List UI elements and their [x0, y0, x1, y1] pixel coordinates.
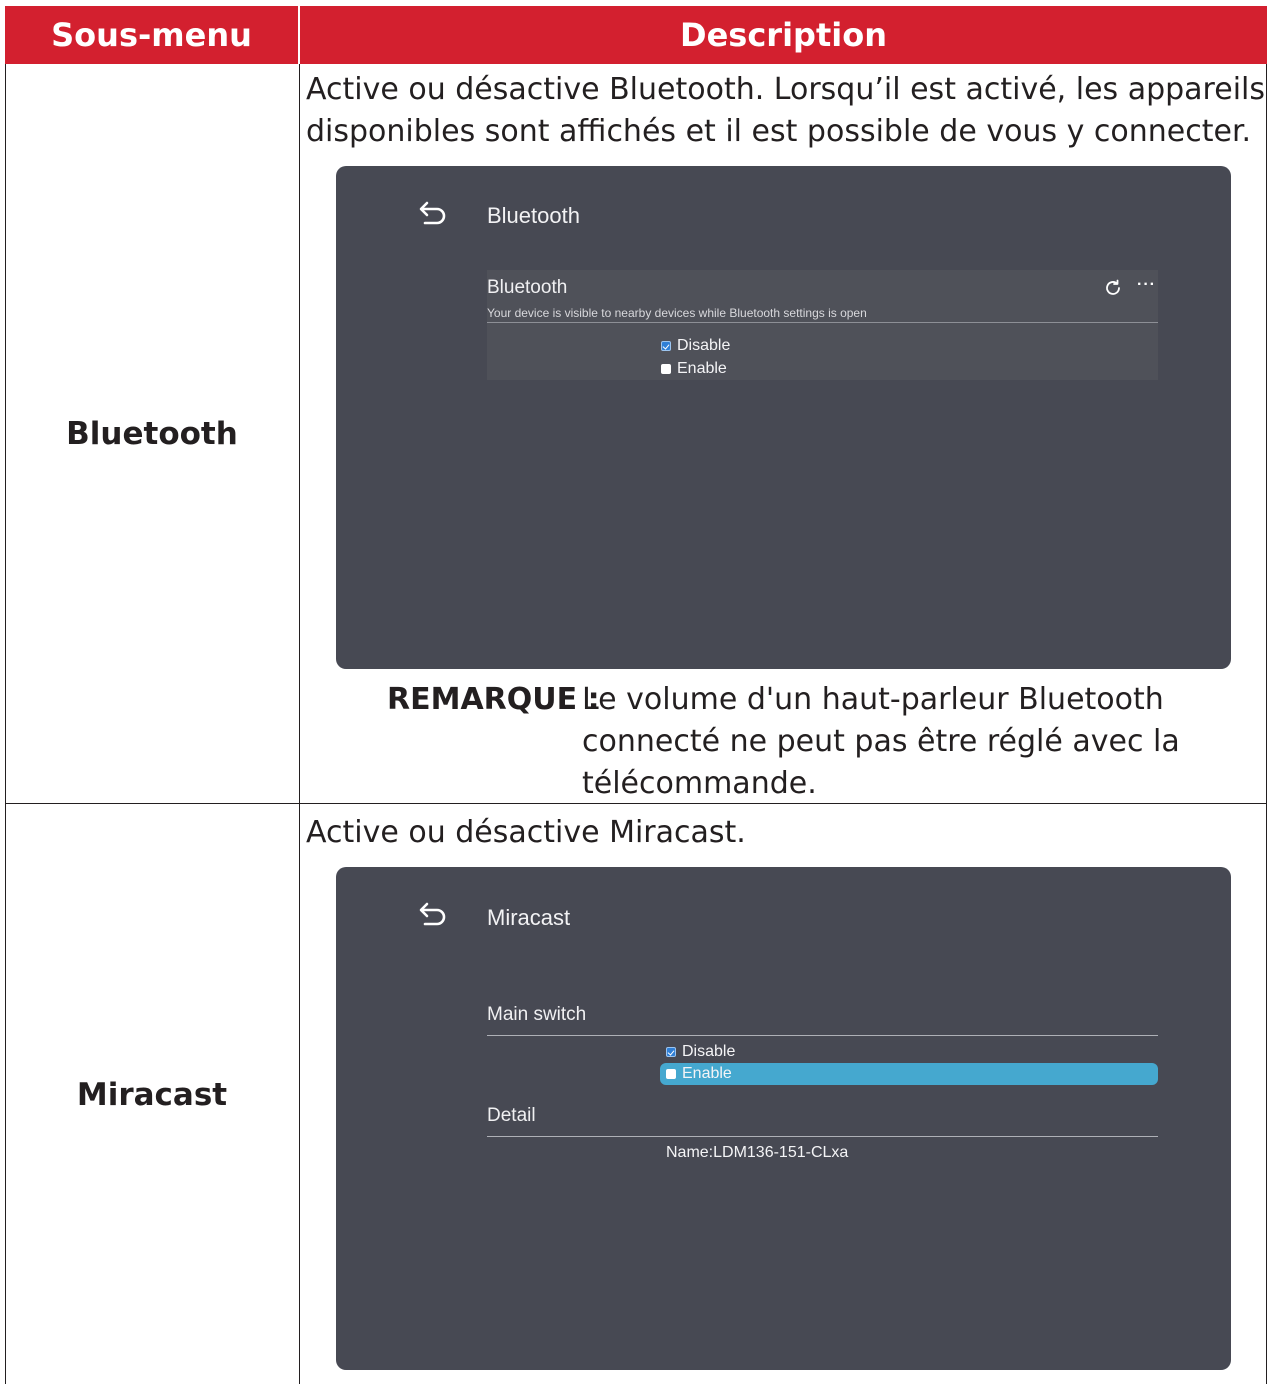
section-subtitle: Your device is visible to nearby devices…: [487, 306, 867, 320]
bluetooth-settings-screen: Bluetooth Bluetooth Your device is visib…: [336, 166, 1231, 669]
refresh-icon[interactable]: [1104, 279, 1122, 297]
device-name: Name:LDM136-151-CLxa: [666, 1144, 849, 1161]
note-text: Le volume d'un haut-parleur Bluetooth co…: [582, 679, 1180, 805]
option-disable[interactable]: Disable: [666, 1042, 735, 1062]
option-disable[interactable]: Disable: [661, 336, 730, 356]
note-line-1: Le volume d'un haut-parleur Bluetooth: [582, 682, 1164, 717]
header-description: Description: [300, 6, 1267, 64]
table-border-left: [5, 64, 6, 1384]
row-label-miracast: Miracast: [76, 1077, 228, 1113]
option-disable-label: Disable: [682, 1043, 736, 1060]
section-title: Bluetooth: [487, 277, 568, 298]
section-separator: [487, 322, 1158, 323]
main-switch-separator: [487, 1035, 1158, 1036]
screen-title: Bluetooth: [487, 203, 580, 228]
checked-box-icon: [661, 341, 671, 351]
back-arrow-icon[interactable]: [415, 201, 449, 231]
detail-separator: [487, 1136, 1158, 1137]
bluetooth-section: Bluetooth Your device is visible to near…: [487, 270, 1158, 380]
note-line-2: connecté ne peut pas être réglé avec la: [582, 724, 1180, 759]
detail-label: Detail: [487, 1105, 536, 1126]
miracast-settings-screen: Miracast Main switch Disable Enable Deta…: [336, 867, 1231, 1370]
header-submenu: Sous-menu: [5, 6, 298, 64]
unchecked-box-icon: [661, 364, 671, 374]
option-enable-label: Enable: [677, 360, 727, 377]
more-icon[interactable]: ···: [1137, 276, 1156, 294]
bluetooth-description-line-2: disponibles sont affichés et il est poss…: [306, 114, 1252, 149]
table-border-right: [1266, 64, 1267, 1384]
bluetooth-description: Active ou désactive Bluetooth. Lorsqu’il…: [306, 69, 1265, 153]
option-enable-label: Enable: [682, 1065, 732, 1082]
note-label: REMARQUE :: [387, 682, 600, 717]
unchecked-box-icon: [666, 1069, 676, 1079]
screen-title: Miracast: [487, 905, 571, 930]
option-enable[interactable]: Enable: [661, 359, 727, 379]
note-line-3: télécommande.: [582, 766, 817, 801]
miracast-description-line-1: Active ou désactive Miracast.: [306, 815, 746, 850]
row-label-bluetooth: Bluetooth: [66, 416, 238, 452]
miracast-description: Active ou désactive Miracast.: [306, 812, 746, 854]
option-disable-label: Disable: [677, 337, 731, 354]
back-arrow-icon[interactable]: [415, 902, 449, 932]
option-enable[interactable]: Enable: [666, 1064, 732, 1084]
table-column-divider: [299, 64, 300, 1384]
main-switch-label: Main switch: [487, 1004, 587, 1025]
enable-highlight: [660, 1063, 1158, 1085]
bluetooth-description-line-1: Active ou désactive Bluetooth. Lorsqu’il…: [306, 72, 1265, 107]
checked-box-icon: [666, 1047, 676, 1057]
